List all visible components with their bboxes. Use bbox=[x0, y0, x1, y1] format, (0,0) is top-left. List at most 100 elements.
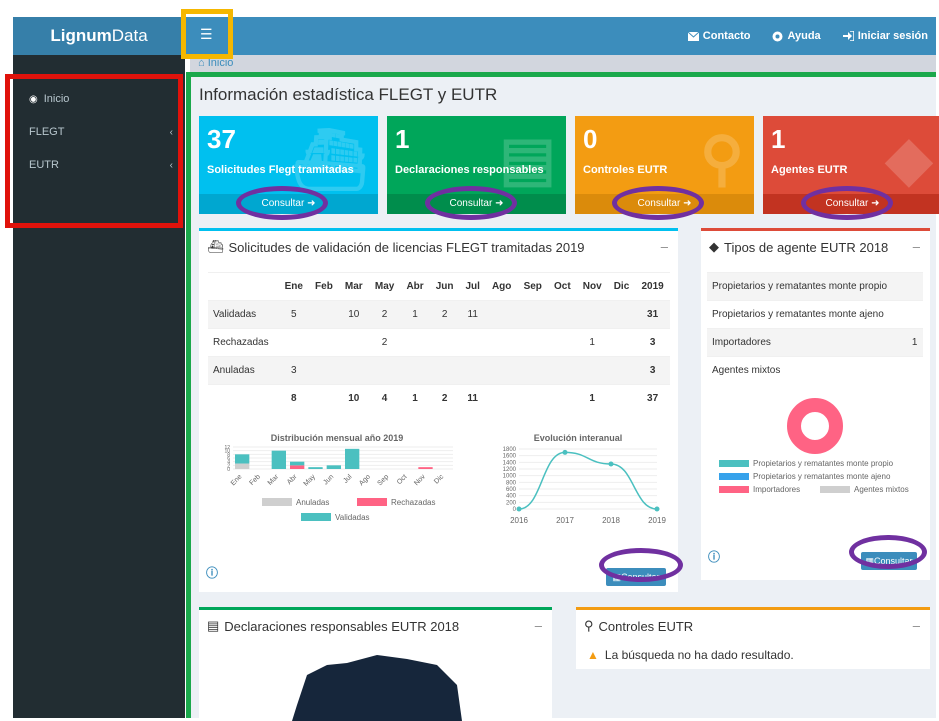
table-cell: Importadores bbox=[707, 328, 907, 357]
table-header-cell: Ago bbox=[485, 272, 518, 301]
data-point bbox=[608, 461, 614, 467]
help-icon bbox=[772, 31, 783, 41]
panel-title: ▤ Declaraciones responsables EUTR 2018 bbox=[207, 618, 460, 634]
table-cell: 3 bbox=[635, 356, 670, 385]
bar bbox=[290, 465, 305, 469]
flegt-panel: ⛴ Solicitudes de validación de licencias … bbox=[199, 228, 678, 592]
legend-label: Rechazadas bbox=[391, 498, 435, 507]
top-navbar: LignumData Contacto Ayuda Iniciar sesión bbox=[13, 17, 936, 55]
panel-title: ◆ Tipos de agente EUTR 2018 bbox=[709, 239, 889, 255]
x-tick-label: Nov bbox=[413, 473, 427, 487]
table-cell bbox=[338, 356, 369, 385]
y-tick-label: 1400 bbox=[503, 460, 517, 466]
table-cell: 1 bbox=[576, 328, 608, 357]
bar bbox=[308, 467, 323, 469]
table-cell: 3 bbox=[278, 356, 309, 385]
pie-slice bbox=[787, 398, 843, 454]
legend-label: Anuladas bbox=[296, 498, 329, 507]
table-cell bbox=[906, 300, 923, 329]
bar bbox=[235, 463, 250, 469]
sidebar-highlight bbox=[5, 74, 183, 228]
highlight-ring bbox=[612, 186, 704, 220]
legend-label: Propietarios y rematantes monte propio bbox=[753, 459, 894, 468]
controls-panel: ⚲ Controles EUTR – ▲ La búsqueda no ha dad… bbox=[576, 607, 930, 669]
highlight-ring bbox=[236, 186, 328, 220]
table-cell: 5 bbox=[278, 300, 309, 329]
table-cell bbox=[485, 328, 518, 357]
y-tick-label: 800 bbox=[506, 480, 517, 486]
x-tick-label: Ago bbox=[358, 473, 372, 487]
table-cell: Validadas bbox=[208, 300, 279, 329]
table-row: Propietarios y rematantes monte propio bbox=[707, 272, 923, 301]
table-header-cell: Dic bbox=[607, 272, 636, 301]
table-cell: 10 bbox=[338, 384, 369, 413]
legend-swatch bbox=[719, 473, 749, 480]
table-cell bbox=[459, 328, 486, 357]
table-cell bbox=[607, 300, 636, 329]
agents-panel: ◆ Tipos de agente EUTR 2018 – Propietario… bbox=[701, 228, 930, 580]
tag-icon: ◆ bbox=[885, 125, 932, 192]
bar bbox=[290, 461, 305, 466]
app-logo[interactable]: LignumData bbox=[13, 17, 185, 55]
table-cell: Propietarios y rematantes monte propio bbox=[707, 272, 907, 301]
legend-label: Importadores bbox=[753, 485, 800, 494]
legend-label: Validadas bbox=[335, 513, 370, 522]
table-cell: 8 bbox=[278, 384, 309, 413]
series-line bbox=[518, 451, 658, 510]
collapse-button[interactable]: – bbox=[913, 239, 920, 254]
table-header-cell: Feb bbox=[309, 272, 339, 301]
table-cell bbox=[485, 356, 518, 385]
table-header-row: Ene Feb Mar May Abr Jun Jul Ago Sep Oct Nov Dic 2019 bbox=[208, 272, 670, 301]
chart-title: Distribución mensual año 2019 bbox=[271, 433, 404, 443]
collapse-button[interactable]: – bbox=[913, 618, 920, 633]
table-cell: 11 bbox=[459, 300, 486, 329]
table-cell bbox=[309, 356, 339, 385]
info-icon[interactable]: ⓘ bbox=[206, 564, 218, 581]
envelope-icon bbox=[687, 31, 699, 41]
login-link[interactable]: Iniciar sesión bbox=[842, 30, 928, 42]
table-cell: 1 bbox=[906, 328, 923, 357]
y-tick-label: 200 bbox=[506, 500, 517, 506]
sidebar-toggle-button[interactable]: ☰ bbox=[181, 9, 233, 59]
ship-icon: ⛴ bbox=[291, 126, 368, 193]
table-cell: Rechazadas bbox=[208, 328, 279, 357]
data-point bbox=[562, 449, 568, 455]
table-row: Agentes mixtos bbox=[707, 356, 923, 385]
info-icon[interactable]: ⓘ bbox=[708, 548, 720, 565]
y-tick-label: 600 bbox=[506, 487, 517, 493]
legend-swatch bbox=[719, 460, 749, 467]
table-cell bbox=[547, 300, 577, 329]
bar bbox=[235, 454, 250, 464]
table-header-cell: Mar bbox=[338, 272, 369, 301]
table-cell bbox=[208, 384, 279, 413]
panel-title: ⛴ Solicitudes de validación de licencias … bbox=[207, 239, 585, 255]
help-link[interactable]: Ayuda bbox=[772, 30, 821, 42]
table-cell bbox=[485, 300, 518, 329]
table-cell bbox=[607, 384, 636, 413]
table-cell bbox=[400, 356, 430, 385]
table-header-cell: 2019 bbox=[635, 272, 670, 301]
highlight-ring bbox=[599, 548, 683, 582]
x-tick-label: 2017 bbox=[556, 516, 574, 525]
x-tick-label: Abr bbox=[286, 473, 299, 486]
legend-swatch bbox=[719, 486, 749, 493]
table-cell: 1 bbox=[400, 300, 430, 329]
collapse-button[interactable]: – bbox=[535, 618, 542, 633]
contact-link[interactable]: Contacto bbox=[687, 30, 750, 42]
top-nav-links: Contacto Ayuda Iniciar sesión bbox=[687, 17, 928, 55]
chart-title: Evolución interanual bbox=[534, 433, 623, 443]
table-cell: 2 bbox=[368, 300, 401, 329]
table-cell bbox=[517, 300, 548, 329]
x-tick-label: Feb bbox=[248, 473, 262, 487]
collapse-button[interactable]: – bbox=[661, 239, 668, 254]
legend-swatch bbox=[301, 513, 331, 521]
table-cell bbox=[517, 356, 548, 385]
table-cell: 31 bbox=[635, 300, 670, 329]
warning-icon: ▲ bbox=[587, 648, 599, 662]
table-header-cell: May bbox=[368, 272, 401, 301]
bar bbox=[418, 467, 433, 469]
table-cell bbox=[309, 300, 339, 329]
table-cell bbox=[309, 384, 339, 413]
table-cell: 2 bbox=[429, 300, 460, 329]
x-tick-label: Ene bbox=[230, 473, 244, 487]
